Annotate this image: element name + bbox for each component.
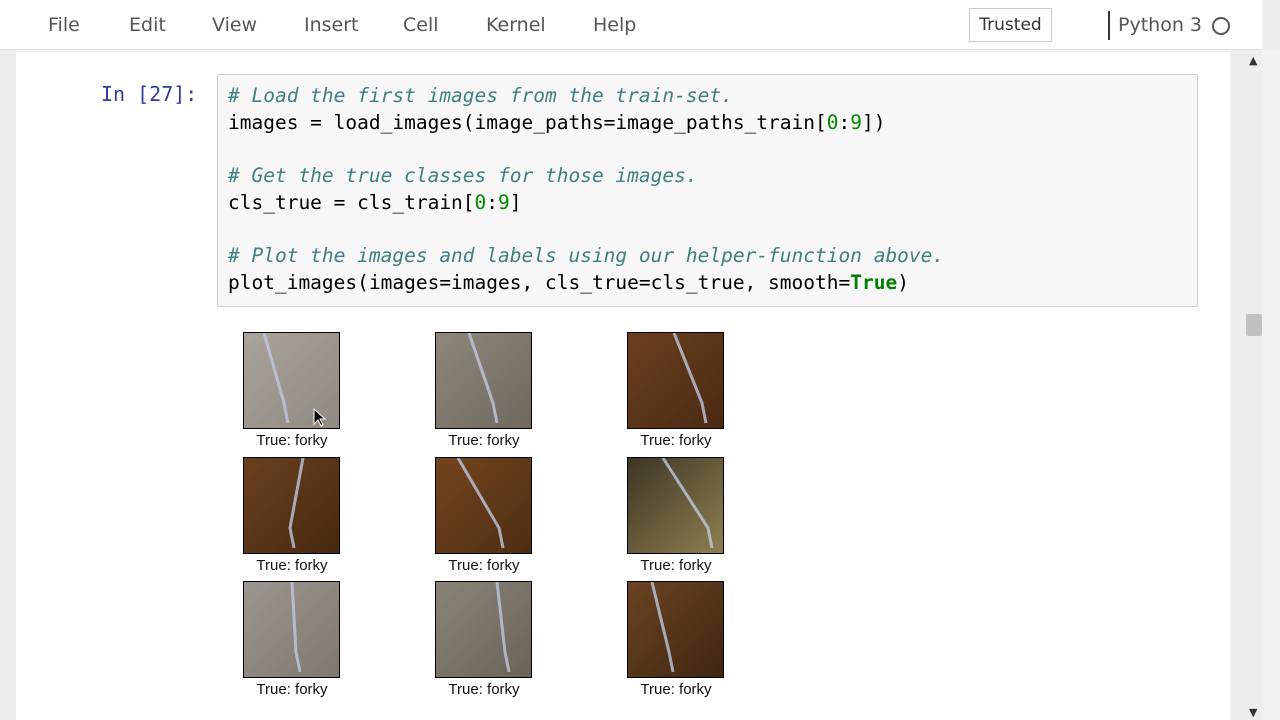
code-line-5: cls_true = cls_train[0:9] bbox=[228, 191, 522, 214]
output-image bbox=[243, 457, 340, 554]
image-label: True: forky bbox=[640, 681, 712, 698]
code-line-4: # Get the true classes for those images. bbox=[228, 164, 698, 187]
menu-file[interactable]: File bbox=[48, 14, 80, 36]
code-cell-input[interactable]: # Load the first images from the train-s… bbox=[217, 74, 1198, 307]
menubar: File Edit View Insert Cell Kernel Help T… bbox=[0, 0, 1262, 50]
output-image bbox=[627, 457, 724, 554]
kernel-name[interactable]: Python 3 bbox=[1118, 14, 1202, 36]
image-label: True: forky bbox=[256, 432, 328, 449]
image-label: True: forky bbox=[640, 557, 712, 574]
image-label: True: forky bbox=[448, 557, 520, 574]
image-label: True: forky bbox=[448, 681, 520, 698]
menu-view[interactable]: View bbox=[212, 14, 257, 36]
scrollbar[interactable] bbox=[1262, 50, 1280, 720]
output-image bbox=[243, 581, 340, 678]
menu-cell[interactable]: Cell bbox=[403, 14, 439, 36]
image-label: True: forky bbox=[256, 681, 328, 698]
code-line-8: plot_images(images=images, cls_true=cls_… bbox=[228, 271, 909, 294]
fork-shape bbox=[672, 333, 708, 424]
output-image bbox=[435, 581, 532, 678]
output-image bbox=[435, 457, 532, 554]
kernel-idle-icon bbox=[1212, 17, 1230, 35]
kernel-separator bbox=[1108, 11, 1110, 40]
menu-insert[interactable]: Insert bbox=[304, 14, 359, 36]
fork-shape bbox=[288, 458, 305, 549]
trusted-button[interactable]: Trusted bbox=[969, 8, 1052, 42]
fork-shape bbox=[290, 582, 302, 673]
menu-help[interactable]: Help bbox=[593, 14, 636, 36]
menu-kernel[interactable]: Kernel bbox=[486, 14, 546, 36]
fork-shape bbox=[650, 582, 675, 673]
image-label: True: forky bbox=[256, 557, 328, 574]
mouse-cursor-icon bbox=[313, 408, 327, 427]
output-image bbox=[435, 332, 532, 429]
code-line-1: # Load the first images from the train-s… bbox=[228, 84, 733, 107]
fork-shape bbox=[456, 458, 505, 549]
image-label: True: forky bbox=[448, 432, 520, 449]
menu-edit[interactable]: Edit bbox=[129, 14, 166, 36]
input-prompt: In [27]: bbox=[101, 82, 198, 106]
fork-shape bbox=[661, 458, 714, 549]
fork-shape bbox=[467, 333, 499, 424]
code-line-2: images = load_images(image_paths=image_p… bbox=[228, 111, 886, 134]
code-line-7: # Plot the images and labels using our h… bbox=[228, 244, 945, 267]
output-image bbox=[627, 581, 724, 678]
fork-shape bbox=[495, 582, 511, 673]
scroll-up-icon[interactable]: ▲ bbox=[1249, 54, 1257, 67]
output-image bbox=[627, 332, 724, 429]
scroll-down-icon[interactable]: ▼ bbox=[1249, 706, 1257, 719]
scroll-thumb[interactable] bbox=[1246, 314, 1262, 336]
image-label: True: forky bbox=[640, 432, 712, 449]
